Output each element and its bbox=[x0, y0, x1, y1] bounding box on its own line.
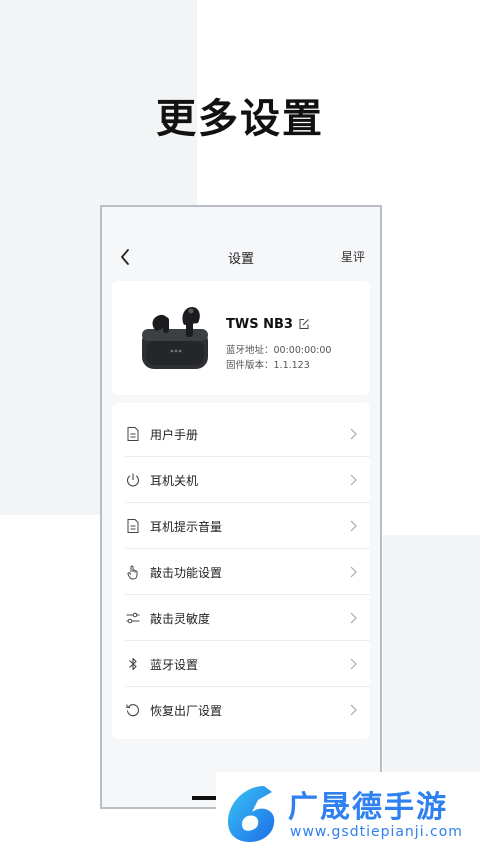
page-title: 设置 bbox=[227, 252, 254, 267]
hero-title: 更多设置 bbox=[156, 96, 324, 142]
chevron-right-icon bbox=[350, 566, 357, 578]
edit-icon[interactable] bbox=[298, 318, 310, 330]
menu-item-label: 敲击灵敏度 bbox=[150, 612, 211, 626]
menu-item-label: 耳机关机 bbox=[150, 474, 199, 488]
earbuds-case-image bbox=[142, 307, 208, 369]
chevron-right-icon bbox=[350, 612, 357, 624]
document-icon bbox=[127, 427, 139, 441]
menu-item-label: 耳机提示音量 bbox=[150, 520, 223, 534]
device-name: TWS NB3 bbox=[226, 317, 293, 332]
firmware-version: 固件版本：1.1.123 bbox=[226, 360, 310, 371]
phone-screen: 设置 星评 TWS NB3 蓝牙地址：00:00:00:00 固件版本：1.1.… bbox=[100, 205, 382, 809]
menu-item-label: 恢复出厂设置 bbox=[150, 704, 223, 718]
menu-item-power-off[interactable]: 耳机关机 bbox=[112, 457, 370, 503]
rate-button[interactable]: 星评 bbox=[341, 248, 365, 265]
bluetooth-address: 蓝牙地址：00:00:00:00 bbox=[226, 345, 332, 356]
menu-item-user-manual[interactable]: 用户手册 bbox=[112, 411, 370, 457]
menu-item-tap-sensitivity[interactable]: 敲击灵敏度 bbox=[112, 595, 370, 641]
chevron-right-icon bbox=[350, 704, 357, 716]
menu-item-label: 蓝牙设置 bbox=[150, 658, 199, 672]
bluetooth-icon bbox=[129, 657, 137, 671]
document-icon bbox=[127, 519, 139, 533]
chevron-right-icon bbox=[350, 474, 357, 486]
watermark-url: www.gsdtiepianji.com bbox=[290, 824, 463, 840]
settings-menu: 用户手册 耳机关机 耳机提示音量 敲击功能设置 敲击灵敏度 蓝牙设置 恢复出厂设… bbox=[112, 403, 370, 739]
brand-logo-icon bbox=[228, 786, 275, 842]
menu-item-bluetooth-settings[interactable]: 蓝牙设置 bbox=[112, 641, 370, 687]
menu-item-factory-reset[interactable]: 恢复出厂设置 bbox=[112, 687, 370, 733]
chevron-right-icon bbox=[350, 428, 357, 440]
tap-hand-icon bbox=[127, 565, 138, 580]
chevron-right-icon bbox=[350, 658, 357, 670]
watermark: 广晟德手游 www.gsdtiepianji.com bbox=[216, 772, 480, 853]
chevron-right-icon bbox=[350, 520, 357, 532]
menu-item-prompt-volume[interactable]: 耳机提示音量 bbox=[112, 503, 370, 549]
watermark-name: 广晟德手游 bbox=[288, 790, 448, 825]
power-icon bbox=[126, 473, 140, 487]
device-card: TWS NB3 蓝牙地址：00:00:00:00 固件版本：1.1.123 bbox=[112, 281, 370, 395]
menu-item-label: 用户手册 bbox=[150, 428, 199, 442]
menu-item-tap-function[interactable]: 敲击功能设置 bbox=[112, 549, 370, 595]
menu-item-label: 敲击功能设置 bbox=[150, 566, 223, 580]
navbar: 设置 星评 bbox=[102, 245, 380, 271]
sliders-icon bbox=[126, 612, 140, 624]
reset-icon bbox=[126, 704, 140, 717]
